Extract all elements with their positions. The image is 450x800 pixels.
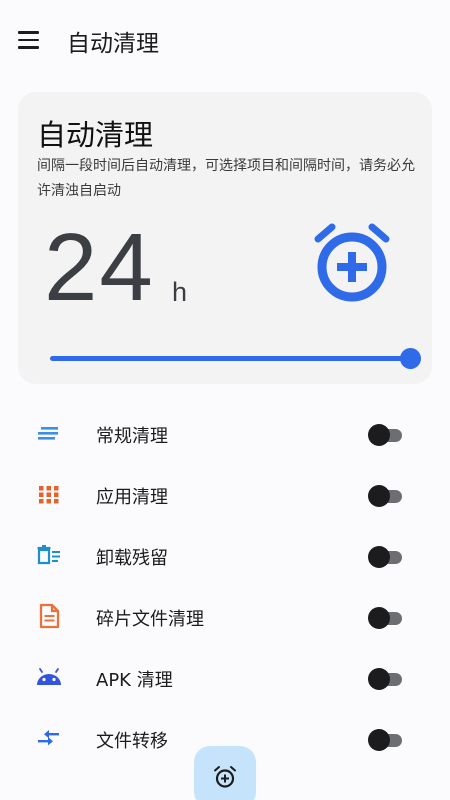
option-row-general-clean[interactable]: 常规清理 bbox=[0, 403, 450, 464]
option-label: 文件转移 bbox=[96, 731, 168, 752]
document-icon bbox=[39, 603, 60, 629]
option-label: 应用清理 bbox=[96, 487, 168, 508]
option-label: 卸载残留 bbox=[96, 548, 168, 569]
auto-clean-card: 自动清理 间隔一段时间后自动清理，可选择项目和间隔时间，请务必允许清浊自启动 2… bbox=[18, 92, 432, 384]
interval-hours-value: 24 bbox=[44, 214, 155, 321]
app-bar: 自动清理 bbox=[0, 0, 450, 80]
uninstall-residue-toggle[interactable] bbox=[368, 546, 403, 568]
option-label: 常规清理 bbox=[96, 426, 168, 447]
alarm-add-icon bbox=[214, 766, 236, 788]
add-alarm-fab[interactable] bbox=[194, 746, 256, 800]
option-row-app-clean[interactable]: 应用清理 bbox=[0, 464, 450, 525]
general-clean-toggle[interactable] bbox=[368, 424, 403, 446]
option-label: 碎片文件清理 bbox=[96, 609, 204, 630]
page-title: 自动清理 bbox=[67, 31, 159, 57]
option-row-apk-clean[interactable]: APK 清理 bbox=[0, 647, 450, 708]
card-description: 间隔一段时间后自动清理，可选择项目和间隔时间，请务必允许清浊自启动 bbox=[37, 158, 415, 199]
fragment-files-toggle[interactable] bbox=[368, 607, 403, 629]
option-row-uninstall-residue[interactable]: 卸载残留 bbox=[0, 525, 450, 586]
menu-icon[interactable] bbox=[18, 27, 44, 53]
slider-track bbox=[50, 356, 410, 361]
alarm-add-icon[interactable] bbox=[314, 223, 390, 303]
apk-clean-toggle[interactable] bbox=[368, 668, 403, 690]
card-title: 自动清理 bbox=[37, 118, 154, 152]
file-transfer-toggle[interactable] bbox=[368, 729, 403, 751]
trash-list-icon bbox=[37, 545, 60, 565]
option-label: APK 清理 bbox=[96, 670, 173, 691]
interval-slider[interactable] bbox=[50, 347, 421, 371]
grid-icon bbox=[39, 486, 59, 504]
android-icon bbox=[37, 668, 61, 685]
app-clean-toggle[interactable] bbox=[368, 485, 403, 507]
option-row-fragment-files[interactable]: 碎片文件清理 bbox=[0, 586, 450, 647]
lines-icon bbox=[38, 427, 58, 440]
transfer-icon bbox=[38, 730, 59, 746]
slider-thumb[interactable] bbox=[400, 348, 421, 369]
interval-hours-unit: h bbox=[172, 277, 188, 307]
